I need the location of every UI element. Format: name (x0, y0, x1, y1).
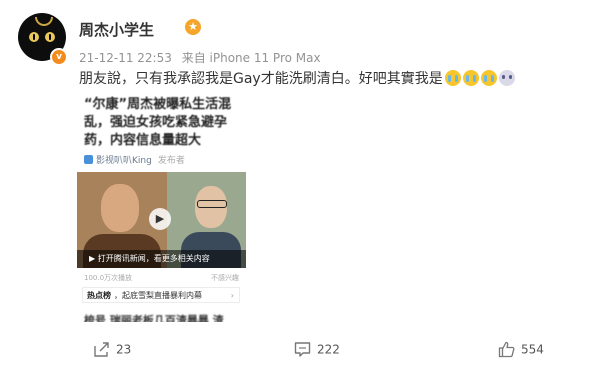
source-name: 影视叭叭King (96, 156, 152, 166)
dizzy-emoji-icon (498, 70, 515, 86)
article-more-text: 梳号 瑞丽老板几百渣暴暴 渣 (84, 314, 224, 322)
comment-count: 222 (317, 342, 340, 357)
chevron-right-icon: › (230, 291, 234, 300)
play-count: 100.0万次播放 (84, 274, 133, 282)
member-badge-icon[interactable]: ★ (185, 19, 201, 35)
verified-badge-icon: v (50, 48, 68, 66)
thumbs-up-icon (498, 341, 515, 358)
post-text: 朋友說，只有我承認我是Gay才能洗刷清白。好吧其實我是 (79, 68, 515, 88)
source-logo-icon (84, 155, 93, 164)
username[interactable]: 周杰小学生 (79, 19, 154, 40)
article-source: 影视叭叭King 发布者 (84, 153, 185, 166)
cat-eye-left (29, 32, 39, 42)
like-button[interactable]: 554 (498, 341, 544, 363)
like-count: 554 (521, 342, 544, 357)
thumbnail-left-face (101, 184, 139, 232)
cat-eye-right (45, 32, 55, 42)
comment-icon (294, 341, 311, 358)
repost-count: 23 (116, 342, 132, 357)
moon-emblem (35, 17, 53, 26)
post-actions-bar: 23 222 554 (0, 337, 615, 367)
crying-emoji-icon (462, 70, 479, 86)
video-overlay-text[interactable]: ▶ 打开腾讯新闻，看更多相关内容 (77, 250, 246, 268)
comment-button[interactable]: 222 (294, 341, 340, 363)
hot-list-banner[interactable]: 热点榜 ，起底雪梨直播暴利内幕 › (82, 287, 240, 303)
post-timestamp[interactable]: 21-12-11 22:53 (79, 51, 172, 65)
repost-icon (93, 341, 110, 358)
post-source: 来自 iPhone 11 Pro Max (181, 51, 321, 65)
article-card[interactable]: “尔康”周杰被曝私生活混乱，强迫女孩吃紧急避孕药，内容信息量超大 影视叭叭Kin… (77, 90, 246, 322)
glasses-shape (197, 200, 227, 208)
video-stats: 100.0万次播放 不感兴趣 (84, 273, 239, 283)
repost-button[interactable]: 23 (93, 341, 131, 363)
crying-emoji-icon (480, 70, 497, 86)
hot-list-text: ，起底雪梨直播暴利内幕 (114, 291, 202, 300)
hot-list-tag: 热点榜 (87, 291, 111, 300)
crying-emoji-icon (444, 70, 461, 86)
post-text-body: 朋友說，只有我承認我是Gay才能洗刷清白。好吧其實我是 (79, 71, 443, 87)
source-tag: 发布者 (157, 156, 185, 166)
play-icon[interactable]: ▶ (149, 208, 171, 230)
not-interested-link[interactable]: 不感兴趣 (211, 273, 239, 283)
post-meta: 21-12-11 22:53 来自 iPhone 11 Pro Max (79, 49, 327, 66)
article-headline[interactable]: “尔康”周杰被曝私生活混乱，强迫女孩吃紧急避孕药，内容信息量超大 (84, 96, 234, 150)
video-thumbnail[interactable]: ▶ ▶ 打开腾讯新闻，看更多相关内容 (77, 172, 246, 268)
